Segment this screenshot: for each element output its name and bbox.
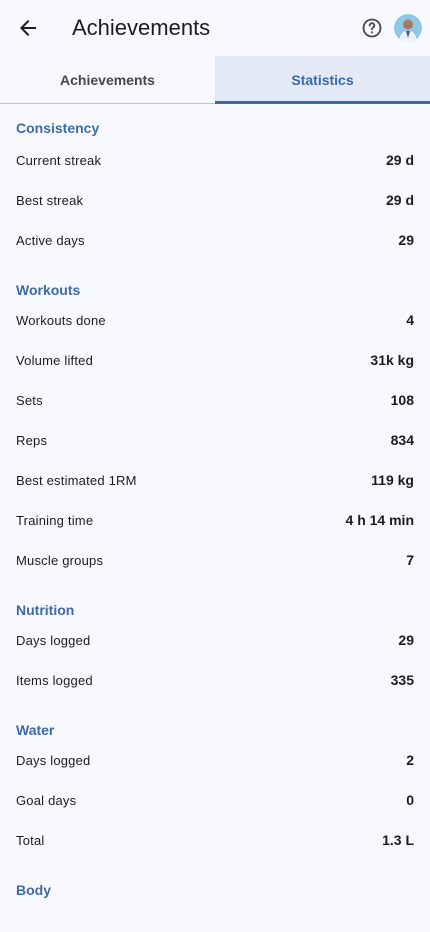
- stat-label: Days logged: [16, 752, 91, 768]
- stat-row: Items logged 335: [16, 660, 414, 700]
- stat-value: 1.3 L: [382, 832, 414, 848]
- stat-value: 335: [390, 672, 414, 688]
- tab-label: Statistics: [291, 71, 354, 88]
- section-header-nutrition: Nutrition: [16, 602, 75, 618]
- tab-label: Achievements: [60, 71, 155, 88]
- stat-label: Muscle groups: [16, 552, 104, 568]
- active-tab-indicator: [215, 101, 430, 104]
- stat-label: Days logged: [16, 632, 91, 648]
- page-title: Achievements: [72, 15, 211, 40]
- stat-label: Sets: [16, 392, 43, 408]
- stat-value: 29: [398, 632, 414, 648]
- stat-row: Days logged 2: [16, 740, 414, 780]
- stat-row: Volume lifted 31k kg: [16, 340, 414, 380]
- help-button[interactable]: [360, 16, 384, 40]
- app-bar: Achievements: [0, 0, 430, 56]
- stat-value: 29 d: [385, 152, 414, 168]
- stat-value: 29 d: [385, 192, 414, 208]
- stat-label: Items logged: [16, 672, 93, 688]
- stat-label: Total: [16, 832, 45, 848]
- stat-row: Days logged 29: [16, 620, 414, 660]
- section-header-water: Water: [16, 722, 55, 738]
- stat-label: Best estimated 1RM: [16, 472, 137, 488]
- user-avatar-icon: [394, 14, 422, 42]
- back-button[interactable]: [16, 16, 40, 40]
- stat-row: Goal days 0: [16, 780, 414, 820]
- stat-value: 29: [398, 232, 414, 248]
- section-header-body: Body: [16, 882, 51, 898]
- stat-label: Workouts done: [16, 312, 106, 328]
- stat-value: 119 kg: [371, 472, 414, 488]
- stat-value: 4: [406, 312, 414, 328]
- stat-label: Current streak: [16, 152, 102, 168]
- stat-label: Best streak: [16, 192, 84, 208]
- stat-row: Best streak 29 d: [16, 180, 414, 220]
- stat-label: Volume lifted: [16, 352, 94, 368]
- stat-row: Total 1.3 L: [16, 820, 414, 860]
- statistics-list: Consistency Current streak 29 d Best str…: [0, 104, 430, 900]
- stat-value: 7: [406, 552, 414, 568]
- stat-row: Training time 4 h 14 min: [16, 500, 414, 540]
- stat-row: Workouts done 4: [16, 300, 414, 340]
- stat-row: Active days 29: [16, 220, 414, 260]
- avatar[interactable]: [394, 14, 422, 42]
- stat-label: Training time: [16, 512, 94, 528]
- stat-row: Muscle groups 7: [16, 540, 414, 580]
- stat-value: 0: [406, 792, 414, 808]
- stat-value: 4 h 14 min: [345, 512, 414, 528]
- section-header-consistency: Consistency: [16, 120, 100, 136]
- stat-row: Best estimated 1RM 119 kg: [16, 460, 414, 500]
- stat-row: Sets 108: [16, 380, 414, 420]
- tab-statistics[interactable]: Statistics: [215, 56, 430, 104]
- tab-bar: Achievements Statistics: [0, 56, 430, 104]
- arrow-back-icon: [20, 20, 36, 36]
- stat-label: Goal days: [16, 792, 77, 808]
- stat-row: Current streak 29 d: [16, 140, 414, 180]
- stat-row: Reps 834: [16, 420, 414, 460]
- stat-value: 31k kg: [370, 352, 414, 368]
- stat-value: 834: [390, 432, 414, 448]
- stat-value: 2: [406, 752, 414, 768]
- help-circle-icon: [362, 18, 382, 38]
- stat-label: Reps: [16, 432, 48, 448]
- stat-value: 108: [390, 392, 414, 408]
- tab-achievements[interactable]: Achievements: [0, 56, 215, 103]
- section-header-workouts: Workouts: [16, 282, 81, 298]
- stat-label: Active days: [16, 232, 85, 248]
